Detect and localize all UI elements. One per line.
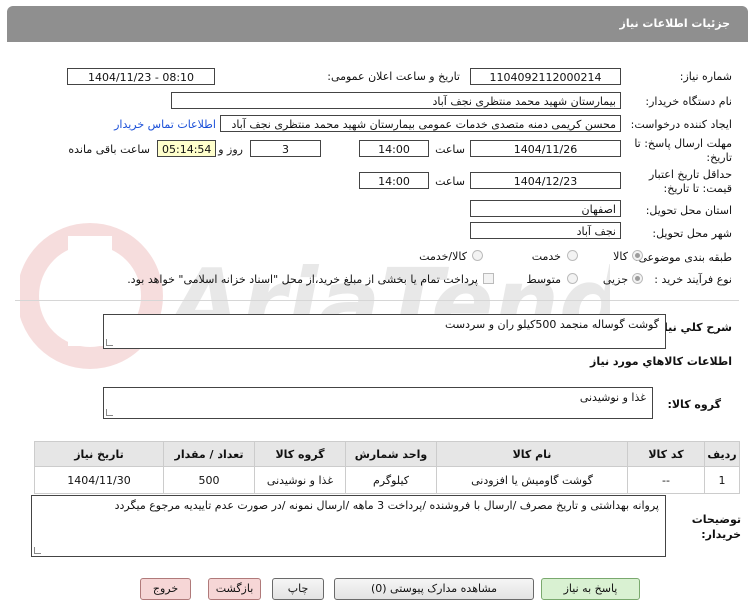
- resize-grip[interactable]: [106, 339, 113, 346]
- treasury-payment-note: پرداخت تمام یا بخشی از مبلغ خرید،از محل …: [127, 273, 478, 286]
- process-medium-label: متوسط: [526, 273, 561, 286]
- category-both-label: کالا/خدمت: [419, 250, 467, 263]
- exit-button[interactable]: خروج: [140, 578, 191, 600]
- announce-date-label: تاریخ و ساعت اعلان عمومی:: [327, 70, 460, 83]
- section-divider: [15, 300, 739, 301]
- category-label: طبقه بندی موضوعی:: [634, 251, 732, 264]
- column-header: تاریخ نیاز: [34, 441, 164, 467]
- column-header: نام کالا: [436, 441, 628, 467]
- goods-code: --: [627, 466, 705, 494]
- goods-quantity: 500: [163, 466, 255, 494]
- days-field: 3: [250, 140, 321, 157]
- column-header: واحد شمارش: [345, 441, 437, 467]
- goods-group-text: غذا و نوشیدنی: [579, 391, 646, 404]
- treasury-payment-checkbox[interactable]: [483, 273, 494, 284]
- reply-date-field: 1404/11/26: [470, 140, 621, 157]
- need-date: 1404/11/30: [34, 466, 164, 494]
- remaining-time-label: ساعت باقی مانده: [68, 143, 150, 156]
- panel-title: جزئیات اطلاعات نیاز: [619, 17, 731, 30]
- attachments-button[interactable]: مشاهده مدارک پیوستی (0): [334, 578, 534, 600]
- creator-label: ایجاد کننده درخواست:: [630, 118, 732, 131]
- goods-table: ردیف کد کالا نام کالا واحد شمارش گروه کا…: [34, 441, 740, 494]
- process-medium-radio[interactable]: [567, 273, 578, 284]
- buyer-org-label: نام دستگاه خریدار:: [645, 95, 732, 108]
- category-both-radio[interactable]: [472, 250, 483, 261]
- price-time-label: ساعت: [435, 175, 465, 188]
- category-service-radio[interactable]: [567, 250, 578, 261]
- process-minor-label: جزیی: [602, 273, 628, 286]
- city-field: نجف آباد: [470, 222, 621, 239]
- panel-header: جزئیات اطلاعات نیاز: [7, 6, 748, 42]
- back-button[interactable]: بازگشت: [208, 578, 261, 600]
- buyer-notes-label: توضیحات خریدار:: [691, 513, 741, 541]
- description-text: گوشت گوساله منجمد 500کیلو ران و سردست: [445, 318, 659, 331]
- goods-group: غذا و نوشیدنی: [254, 466, 346, 494]
- buyer-org-field: بیمارستان شهید محمد منتظری نجف آباد: [171, 92, 621, 109]
- description-field: گوشت گوساله منجمد 500کیلو ران و سردست: [103, 314, 666, 349]
- reply-deadline-label: مهلت ارسال پاسخ: تا تاریخ:: [634, 137, 732, 164]
- price-date-field: 1404/12/23: [470, 172, 621, 189]
- print-button[interactable]: چاپ: [272, 578, 324, 600]
- table-header-row: ردیف کد کالا نام کالا واحد شمارش گروه کا…: [34, 441, 740, 467]
- column-header: ردیف: [704, 441, 740, 467]
- price-time-field: 14:00: [359, 172, 429, 189]
- row-index: 1: [704, 466, 740, 494]
- column-header: کد کالا: [627, 441, 705, 467]
- category-service-label: خدمت: [531, 250, 561, 263]
- table-row[interactable]: 1 -- گوشت گاومیش یا افزودنی کیلوگرم غذا …: [34, 466, 740, 494]
- announce-date-field: 1404/11/23 - 08:10: [67, 68, 215, 85]
- reply-time-field: 14:00: [359, 140, 429, 157]
- days-label: روز و: [218, 143, 243, 156]
- province-label: استان محل تحویل:: [645, 204, 732, 217]
- province-field: اصفهان: [470, 200, 621, 217]
- process-minor-radio[interactable]: [632, 273, 643, 284]
- buyer-notes-field: پروانه بهداشتی و تاریخ مصرف /ارسال با فر…: [31, 495, 666, 557]
- buyer-notes-text: پروانه بهداشتی و تاریخ مصرف /ارسال با فر…: [114, 499, 659, 512]
- city-label: شهر محل تحویل:: [652, 227, 732, 240]
- column-header: گروه کالا: [254, 441, 346, 467]
- reply-button[interactable]: پاسخ به نیاز: [541, 578, 640, 600]
- column-header: تعداد / مقدار: [163, 441, 255, 467]
- need-number-label: شماره نیاز:: [679, 70, 732, 83]
- process-label: نوع فرآیند خرید :: [654, 273, 732, 286]
- remaining-time-field: 05:14:54: [157, 140, 216, 157]
- goods-name: گوشت گاومیش یا افزودنی: [436, 466, 628, 494]
- category-goods-label: کالا: [613, 250, 628, 263]
- resize-grip[interactable]: [34, 547, 41, 554]
- goods-group-field: غذا و نوشیدنی: [103, 387, 653, 419]
- category-goods-radio[interactable]: [632, 250, 643, 261]
- creator-field: محسن کریمی دمنه متصدی خدمات عمومی بیمارس…: [220, 115, 621, 132]
- goods-group-label: گروه کالا:: [667, 398, 721, 411]
- price-validity-label: حداقل تاریخ اعتبار قیمت: تا تاریخ:: [648, 168, 732, 195]
- need-number-field: 1104092112000214: [470, 68, 621, 85]
- goods-section-title: اطلاعات كالاهاي مورد نياز: [590, 355, 732, 368]
- watermark-logo: AriaTender.neT: [20, 223, 610, 369]
- reply-time-label: ساعت: [435, 143, 465, 156]
- goods-unit: کیلوگرم: [345, 466, 437, 494]
- contact-info-link[interactable]: اطلاعات تماس خریدار: [114, 118, 216, 131]
- resize-grip[interactable]: [106, 409, 113, 416]
